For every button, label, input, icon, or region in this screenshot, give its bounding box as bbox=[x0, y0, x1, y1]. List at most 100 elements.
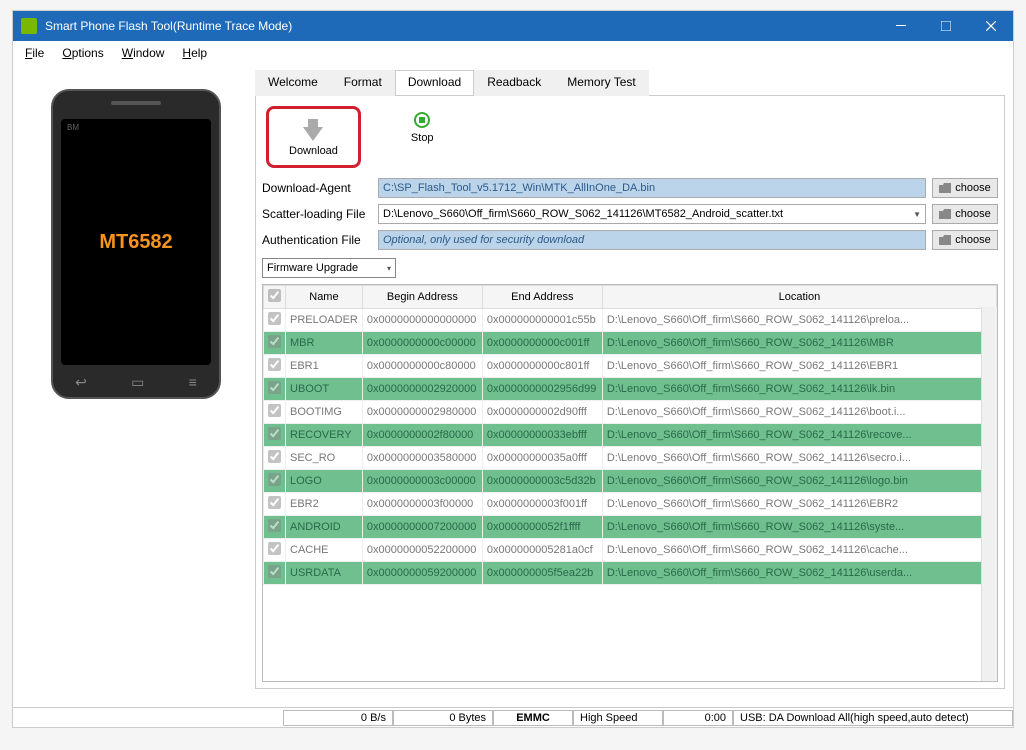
cell-name: CACHE bbox=[286, 539, 363, 562]
download-button[interactable]: Download bbox=[266, 106, 361, 168]
cell-end: 0x000000000001c55b bbox=[482, 309, 602, 332]
table-row[interactable]: SEC_RO 0x0000000003580000 0x00000000035a… bbox=[264, 447, 997, 470]
scatter-choose-button[interactable]: choose bbox=[932, 204, 998, 224]
cell-begin: 0x0000000000000000 bbox=[362, 309, 482, 332]
row-checkbox[interactable] bbox=[268, 312, 281, 325]
cell-location: D:\Lenovo_S660\Off_firm\S660_ROW_S062_14… bbox=[602, 447, 996, 470]
cell-name: PRELOADER bbox=[286, 309, 363, 332]
cell-location: D:\Lenovo_S660\Off_firm\S660_ROW_S062_14… bbox=[602, 516, 996, 539]
table-row[interactable]: LOGO 0x0000000003c00000 0x0000000003c5d3… bbox=[264, 470, 997, 493]
col-location[interactable]: Location bbox=[602, 286, 996, 309]
status-bar: 0 B/s 0 Bytes EMMC High Speed 0:00 USB: … bbox=[13, 707, 1013, 727]
close-button[interactable] bbox=[968, 11, 1013, 41]
cell-end: 0x0000000000c001ff bbox=[482, 332, 602, 355]
tab-welcome[interactable]: Welcome bbox=[255, 70, 331, 96]
table-row[interactable]: PRELOADER 0x0000000000000000 0x000000000… bbox=[264, 309, 997, 332]
row-checkbox[interactable] bbox=[268, 519, 281, 532]
table-row[interactable]: BOOTIMG 0x0000000002980000 0x0000000002d… bbox=[264, 401, 997, 424]
grid-scrollbar[interactable] bbox=[981, 307, 997, 681]
menu-file[interactable]: File bbox=[17, 44, 52, 62]
cell-name: EBR1 bbox=[286, 355, 363, 378]
cell-end: 0x0000000003c5d32b bbox=[482, 470, 602, 493]
status-time: 0:00 bbox=[663, 710, 733, 726]
cell-location: D:\Lenovo_S660\Off_firm\S660_ROW_S062_14… bbox=[602, 539, 996, 562]
table-row[interactable]: UBOOT 0x0000000002920000 0x0000000002956… bbox=[264, 378, 997, 401]
cell-begin: 0x0000000052200000 bbox=[362, 539, 482, 562]
folder-icon bbox=[939, 183, 951, 193]
cell-begin: 0x0000000003580000 bbox=[362, 447, 482, 470]
mode-select[interactable]: Firmware Upgrade▾ bbox=[262, 258, 396, 278]
cell-begin: 0x0000000000c00000 bbox=[362, 332, 482, 355]
cell-location: D:\Lenovo_S660\Off_firm\S660_ROW_S062_14… bbox=[602, 332, 996, 355]
app-window: Smart Phone Flash Tool(Runtime Trace Mod… bbox=[12, 10, 1014, 728]
auth-label: Authentication File bbox=[262, 233, 372, 247]
header-checkbox[interactable] bbox=[268, 289, 281, 302]
cell-location: D:\Lenovo_S660\Off_firm\S660_ROW_S062_14… bbox=[602, 562, 996, 585]
cell-location: D:\Lenovo_S660\Off_firm\S660_ROW_S062_14… bbox=[602, 309, 996, 332]
cell-begin: 0x0000000003f00000 bbox=[362, 493, 482, 516]
download-arrow-icon bbox=[303, 127, 323, 141]
cell-end: 0x0000000052f1ffff bbox=[482, 516, 602, 539]
table-row[interactable]: CACHE 0x0000000052200000 0x000000005281a… bbox=[264, 539, 997, 562]
cell-name: SEC_RO bbox=[286, 447, 363, 470]
maximize-button[interactable] bbox=[923, 11, 968, 41]
col-name[interactable]: Name bbox=[286, 286, 363, 309]
row-checkbox[interactable] bbox=[268, 427, 281, 440]
cell-name: MBR bbox=[286, 332, 363, 355]
row-checkbox[interactable] bbox=[268, 381, 281, 394]
table-row[interactable]: ANDROID 0x0000000007200000 0x0000000052f… bbox=[264, 516, 997, 539]
menu-window[interactable]: Window bbox=[114, 44, 173, 62]
cell-begin: 0x0000000002920000 bbox=[362, 378, 482, 401]
row-checkbox[interactable] bbox=[268, 542, 281, 555]
row-checkbox[interactable] bbox=[268, 404, 281, 417]
table-row[interactable]: USRDATA 0x0000000059200000 0x000000005f5… bbox=[264, 562, 997, 585]
minimize-button[interactable] bbox=[878, 11, 923, 41]
col-begin[interactable]: Begin Address bbox=[362, 286, 482, 309]
row-checkbox[interactable] bbox=[268, 565, 281, 578]
table-row[interactable]: EBR2 0x0000000003f00000 0x0000000003f001… bbox=[264, 493, 997, 516]
window-title: Smart Phone Flash Tool(Runtime Trace Mod… bbox=[45, 19, 878, 33]
tab-readback[interactable]: Readback bbox=[474, 70, 554, 96]
table-row[interactable]: EBR1 0x0000000000c80000 0x0000000000c801… bbox=[264, 355, 997, 378]
cell-location: D:\Lenovo_S660\Off_firm\S660_ROW_S062_14… bbox=[602, 493, 996, 516]
tab-format[interactable]: Format bbox=[331, 70, 395, 96]
app-icon bbox=[21, 18, 37, 34]
scatter-field[interactable]: D:\Lenovo_S660\Off_firm\S660_ROW_S062_14… bbox=[378, 204, 926, 224]
cell-end: 0x0000000000c801ff bbox=[482, 355, 602, 378]
cell-end: 0x000000005f5ea22b bbox=[482, 562, 602, 585]
cell-name: UBOOT bbox=[286, 378, 363, 401]
phone-back-icon: ↩ bbox=[75, 374, 87, 391]
status-mode: High Speed bbox=[573, 710, 663, 726]
da-choose-button[interactable]: choose bbox=[932, 178, 998, 198]
phone-preview-panel: BM MT6582 ↩ ▭ ≡ bbox=[21, 69, 251, 707]
minimize-icon bbox=[896, 21, 906, 31]
table-row[interactable]: RECOVERY 0x0000000002f80000 0x0000000003… bbox=[264, 424, 997, 447]
auth-choose-button[interactable]: choose bbox=[932, 230, 998, 250]
folder-icon bbox=[939, 235, 951, 245]
tab-download[interactable]: Download bbox=[395, 70, 474, 96]
row-checkbox[interactable] bbox=[268, 358, 281, 371]
phone-home-icon: ▭ bbox=[131, 374, 144, 391]
menu-options[interactable]: Options bbox=[54, 44, 111, 62]
cell-end: 0x00000000035a0fff bbox=[482, 447, 602, 470]
row-checkbox[interactable] bbox=[268, 335, 281, 348]
tab-memtest[interactable]: Memory Test bbox=[554, 70, 648, 96]
chip-label: MT6582 bbox=[99, 231, 172, 254]
cell-begin: 0x0000000002f80000 bbox=[362, 424, 482, 447]
cell-name: BOOTIMG bbox=[286, 401, 363, 424]
menu-bar: File Options Window Help bbox=[13, 41, 1013, 65]
da-field[interactable]: C:\SP_Flash_Tool_v5.1712_Win\MTK_AllInOn… bbox=[378, 178, 926, 198]
menu-help[interactable]: Help bbox=[174, 44, 215, 62]
status-speed: 0 B/s bbox=[283, 710, 393, 726]
stop-button[interactable]: Stop bbox=[401, 106, 444, 150]
title-bar: Smart Phone Flash Tool(Runtime Trace Mod… bbox=[13, 11, 1013, 41]
auth-field[interactable]: Optional, only used for security downloa… bbox=[378, 230, 926, 250]
row-checkbox[interactable] bbox=[268, 450, 281, 463]
row-checkbox[interactable] bbox=[268, 473, 281, 486]
col-end[interactable]: End Address bbox=[482, 286, 602, 309]
table-row[interactable]: MBR 0x0000000000c00000 0x0000000000c001f… bbox=[264, 332, 997, 355]
cell-name: LOGO bbox=[286, 470, 363, 493]
cell-name: EBR2 bbox=[286, 493, 363, 516]
row-checkbox[interactable] bbox=[268, 496, 281, 509]
cell-begin: 0x0000000003c00000 bbox=[362, 470, 482, 493]
